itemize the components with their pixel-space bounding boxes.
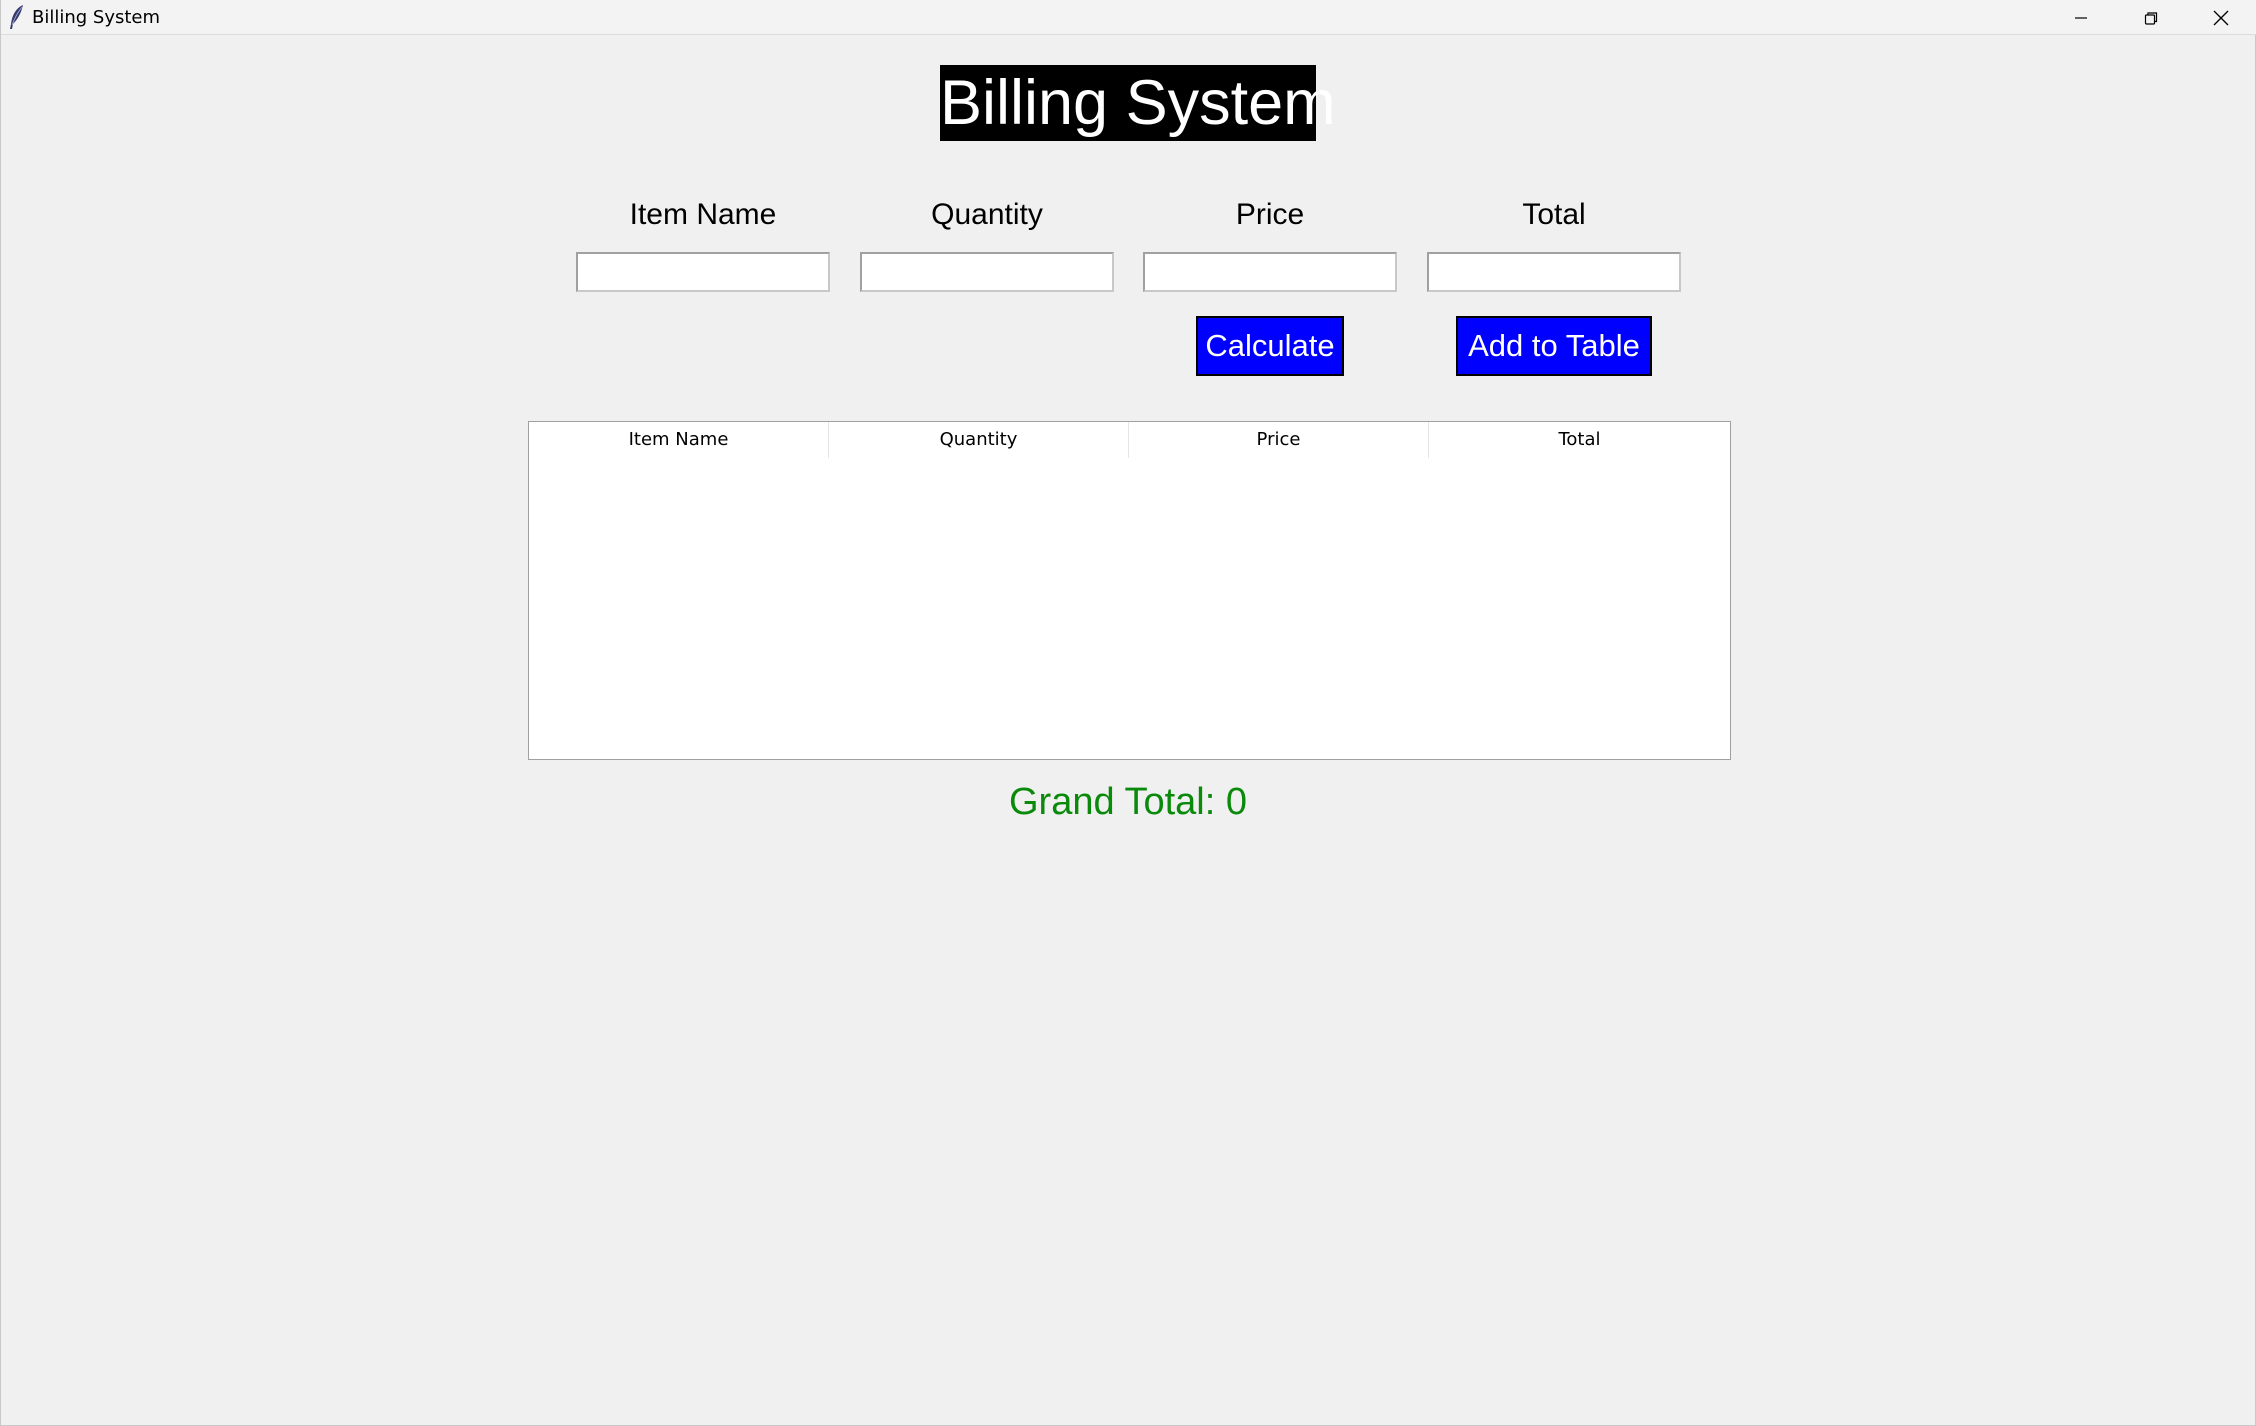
add-to-table-button[interactable]: Add to Table <box>1456 316 1652 376</box>
item-name-label: Item Name <box>629 198 777 231</box>
column-header-total[interactable]: Total <box>1429 422 1730 458</box>
close-icon <box>2213 10 2229 25</box>
app-window: Billing System Billing System Item Name … <box>0 0 2256 1426</box>
table-header: Item Name Quantity Price Total <box>529 422 1730 458</box>
minimize-button[interactable] <box>2046 0 2116 35</box>
page-title: Billing System <box>940 65 1336 141</box>
title-bar[interactable]: Billing System <box>1 0 2256 35</box>
item-name-input[interactable] <box>576 252 830 292</box>
minimize-icon <box>2075 16 2087 19</box>
quantity-input[interactable] <box>860 252 1114 292</box>
restore-icon <box>2144 11 2158 25</box>
total-input[interactable] <box>1427 252 1681 292</box>
column-header-price[interactable]: Price <box>1129 422 1429 458</box>
price-label: Price <box>1235 198 1305 231</box>
price-input[interactable] <box>1143 252 1397 292</box>
column-header-item-name[interactable]: Item Name <box>529 422 829 458</box>
feather-icon <box>10 5 23 29</box>
total-label: Total <box>1522 198 1586 231</box>
window-title: Billing System <box>32 7 161 28</box>
quantity-label: Quantity <box>931 198 1043 231</box>
items-table[interactable]: Item Name Quantity Price Total <box>528 421 1731 760</box>
calculate-button[interactable]: Calculate <box>1196 316 1344 376</box>
column-header-quantity[interactable]: Quantity <box>829 422 1129 458</box>
close-button[interactable] <box>2186 0 2256 35</box>
restore-button[interactable] <box>2116 0 2186 35</box>
grand-total-label: Grand Total: 0 <box>1008 781 1247 823</box>
